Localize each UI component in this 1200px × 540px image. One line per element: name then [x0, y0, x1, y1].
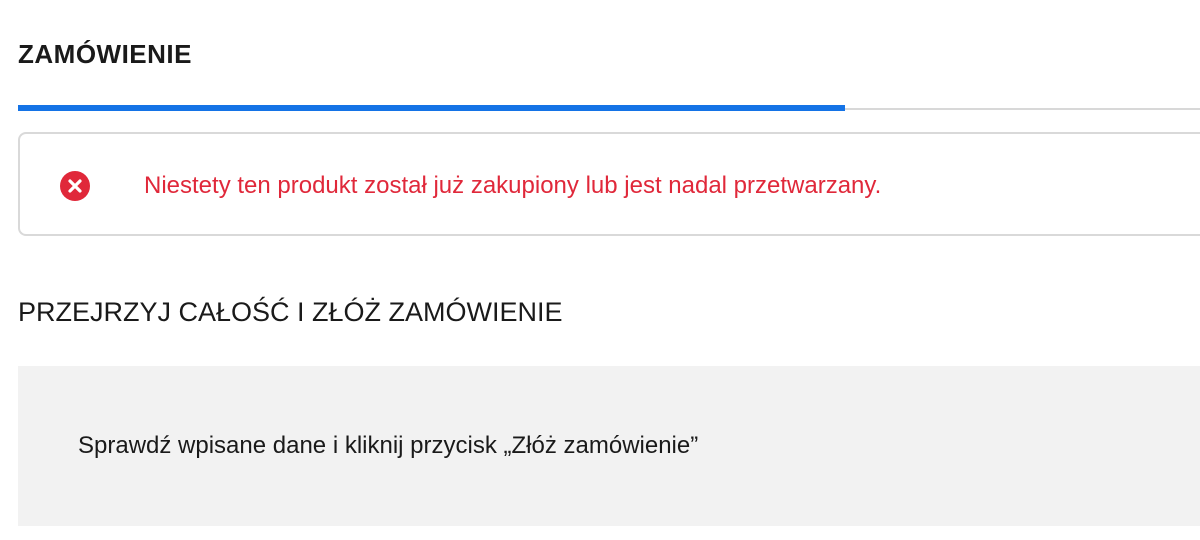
info-box: Sprawdź wpisane dane i kliknij przycisk …: [18, 366, 1200, 526]
page-title: ZAMÓWIENIE: [18, 39, 192, 69]
section-heading: PRZEJRZYJ CAŁOŚĆ I ZŁÓŻ ZAMÓWIENIE: [18, 297, 563, 327]
checkout-page: ZAMÓWIENIE Niestety ten produkt został j…: [0, 0, 1200, 540]
error-message: Niestety ten produkt został już zakupion…: [144, 172, 882, 199]
error-alert: Niestety ten produkt został już zakupion…: [18, 132, 1200, 236]
info-instruction: Sprawdź wpisane dane i kliknij przycisk …: [78, 432, 699, 459]
progress-bar-fill: [18, 105, 846, 111]
error-x-icon: [60, 171, 90, 201]
progress-bar: [18, 105, 1200, 111]
